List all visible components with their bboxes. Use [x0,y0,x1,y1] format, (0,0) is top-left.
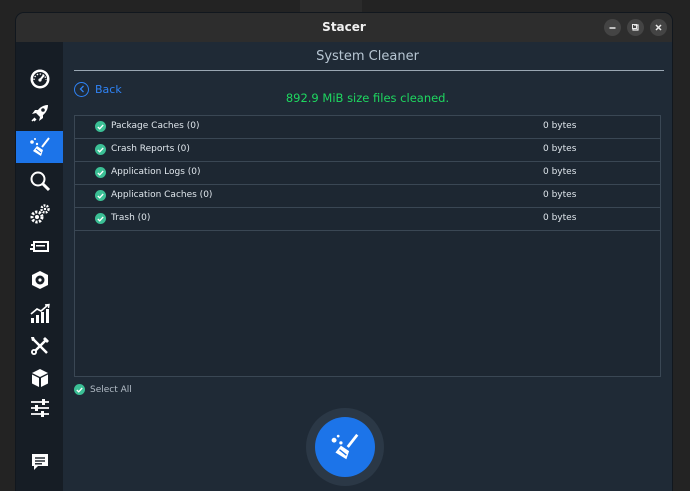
category-size: 0 bytes [543,121,577,131]
checked-icon[interactable] [95,121,106,132]
cleaned-status-message: 892.9 MiB size files cleaned. [285,91,450,105]
sidebar [16,42,63,491]
list-item[interactable]: Crash Reports (0) 0 bytes [75,139,660,162]
checked-icon[interactable] [95,213,106,224]
list-item[interactable]: Trash (0) 0 bytes [75,208,660,231]
gears-icon [30,204,50,224]
category-label: Trash (0) [111,213,151,223]
window-title: Stacer [322,20,366,34]
package-icon [31,369,48,387]
sidebar-item-apt-repository[interactable] [16,362,63,394]
broom-icon [331,433,359,460]
sidebar-item-settings[interactable] [16,392,63,424]
system-cleaner-page: System Cleaner Back 892.9 MiB size files… [63,42,672,491]
checked-icon [74,384,85,395]
minimize-icon [609,27,616,29]
speedometer-icon [30,69,49,89]
list-item[interactable]: Application Logs (0) 0 bytes [75,162,660,185]
sidebar-item-system-cleaner[interactable] [16,131,63,163]
list-item[interactable]: Application Caches (0) 0 bytes [75,185,660,208]
sidebar-item-resources[interactable] [16,298,63,330]
title-divider [74,70,664,71]
minimize-button[interactable] [604,19,621,36]
category-size: 0 bytes [543,144,577,154]
maximize-icon [632,24,639,31]
sidebar-item-feedback[interactable] [16,446,63,478]
close-icon [655,24,662,31]
category-label: Application Logs (0) [111,167,201,177]
sidebar-item-startup-apps[interactable] [16,97,63,129]
sidebar-item-processes[interactable] [16,231,63,263]
magnifier-icon [30,171,50,192]
title-bar[interactable]: Stacer [16,13,672,42]
checked-icon[interactable] [95,190,106,201]
desktop-panel-top [300,0,362,13]
sidebar-item-search[interactable] [16,165,63,197]
close-button[interactable] [650,19,667,36]
chart-icon [29,303,50,323]
select-all-label: Select All [90,384,132,395]
category-size: 0 bytes [543,167,577,177]
clean-button[interactable] [306,408,384,486]
category-label: Application Caches (0) [111,190,213,200]
clean-button-inner [315,417,375,477]
sidebar-item-helpers[interactable] [16,330,63,362]
processes-icon [29,241,49,252]
select-all-checkbox[interactable]: Select All [74,384,132,395]
maximize-button[interactable] [627,19,644,36]
category-size: 0 bytes [543,213,577,223]
sidebar-item-dashboard[interactable] [16,63,63,95]
sliders-icon [30,399,49,417]
chat-icon [31,454,48,470]
stacer-window: Stacer System Cleaner Back 892.9 MiB siz… [16,13,672,491]
category-size: 0 bytes [543,190,577,200]
category-label: Crash Reports (0) [111,144,190,154]
sidebar-item-uninstaller[interactable] [16,264,63,296]
broom-icon [29,137,50,156]
checked-icon[interactable] [95,167,106,178]
page-title: System Cleaner [316,49,419,64]
disk-icon [31,271,48,289]
sidebar-item-services[interactable] [16,198,63,230]
cleaner-category-list: Package Caches (0) 0 bytes Crash Reports… [74,115,661,377]
tools-icon [30,337,49,355]
rocket-icon [30,105,48,122]
checked-icon[interactable] [95,144,106,155]
list-item[interactable]: Package Caches (0) 0 bytes [75,116,660,139]
category-label: Package Caches (0) [111,121,200,131]
